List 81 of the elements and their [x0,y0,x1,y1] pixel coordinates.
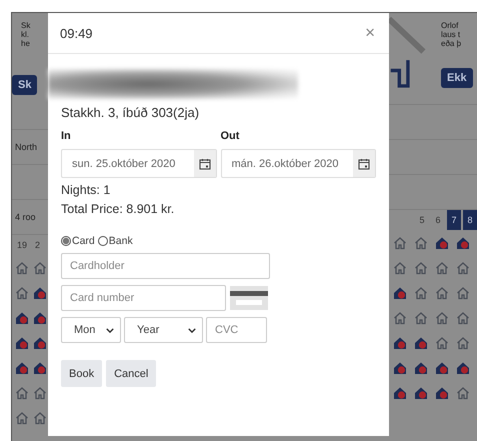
house-outline-icon[interactable] [15,260,29,274]
house-outline-icon[interactable] [456,286,470,300]
house-outline-icon[interactable] [414,286,428,300]
booked-house-icon[interactable] [393,386,407,400]
booked-house-icon[interactable] [33,310,47,324]
house-outline-icon[interactable] [15,410,29,424]
cvc-field[interactable]: CVC [206,317,267,343]
booked-house-icon[interactable] [33,360,47,374]
check-in-label: In [61,130,72,142]
day-number: 8 [463,210,477,230]
booked-house-icon[interactable] [33,336,47,350]
notice-button[interactable]: Ekk [441,68,473,88]
card-back-icon [230,286,268,310]
booked-house-icon[interactable] [393,286,407,300]
booked-house-icon[interactable] [15,310,29,324]
day-number: 2 [34,239,42,252]
day-number: 19 [16,239,28,252]
booked-house-icon[interactable] [33,286,47,300]
booked-house-icon[interactable] [435,386,449,400]
booked-house-icon[interactable] [15,336,29,350]
nights-text: Nights: 1 [61,183,112,197]
close-button[interactable]: × [363,23,377,43]
total-price-text: Total Price: 8.901 kr. [61,202,176,216]
house-outline-icon[interactable] [393,310,407,324]
house-outline-icon[interactable] [435,310,449,324]
house-outline-icon[interactable] [33,410,47,424]
booked-house-icon[interactable] [393,336,407,350]
house-outline-icon[interactable] [456,310,470,324]
house-outline-icon[interactable] [33,260,47,274]
house-outline-icon[interactable] [456,386,470,400]
booked-house-icon[interactable] [15,360,29,374]
notice-text: Sk [21,21,32,30]
payment-radio[interactable]: Bank [98,235,133,247]
booked-house-icon[interactable] [414,386,428,400]
notice-text: eða þ [441,39,462,48]
house-outline-icon[interactable] [15,286,29,300]
day-number: 6 [434,214,442,227]
check-out-label: Out [220,130,240,142]
booked-house-icon[interactable] [414,360,428,374]
booked-house-icon[interactable] [456,236,470,250]
house-outline-icon[interactable] [15,386,29,400]
apartment-name: Stakkh. 3, íbúð 303(2ja) [61,105,200,120]
payment-radio[interactable]: Card [61,235,95,247]
notice-text: kl. [21,30,30,39]
card-number-field[interactable]: Card number [61,285,226,311]
calendar-icon[interactable] [198,158,210,170]
house-outline-icon[interactable] [456,336,470,350]
booked-house-icon[interactable] [414,336,428,350]
booked-house-icon[interactable] [393,360,407,374]
notice-button[interactable]: Sk [12,75,38,95]
house-outline-icon[interactable] [414,310,428,324]
house-outline-icon[interactable] [435,336,449,350]
house-outline-icon[interactable] [435,260,449,274]
year-select[interactable]: Year [124,317,203,343]
chevron-down-icon [188,328,196,332]
booked-house-icon[interactable] [435,236,449,250]
house-outline-icon[interactable] [414,260,428,274]
notice-text: Orlof [441,21,460,30]
column-label: North [14,142,38,152]
book-button[interactable]: Book [61,360,102,387]
check-out-date-field[interactable]: mán. 26.október 2020 [220,149,376,178]
cardholder-field[interactable]: Cardholder [61,253,270,279]
house-outline-icon[interactable] [435,286,449,300]
booked-house-icon[interactable] [456,360,470,374]
chevron-down-icon [106,328,114,332]
notice-text: he [21,39,31,48]
room-label: 4 roo [14,212,36,222]
house-outline-icon[interactable] [456,260,470,274]
house-outline-icon[interactable] [33,386,47,400]
booked-house-icon[interactable] [435,360,449,374]
day-number: 5 [418,214,426,227]
month-select[interactable]: Mon [61,317,121,343]
calendar-icon[interactable] [358,158,370,170]
dialog-title: 09:49 [60,26,93,40]
check-in-date-field[interactable]: sun. 25.október 2020 [61,149,216,178]
day-number: 7 [447,210,461,230]
house-outline-icon[interactable] [393,260,407,274]
house-outline-icon[interactable] [393,236,407,250]
cancel-button[interactable]: Cancel [106,360,156,387]
house-outline-icon[interactable] [414,236,428,250]
notice-text: laus t [441,30,462,39]
